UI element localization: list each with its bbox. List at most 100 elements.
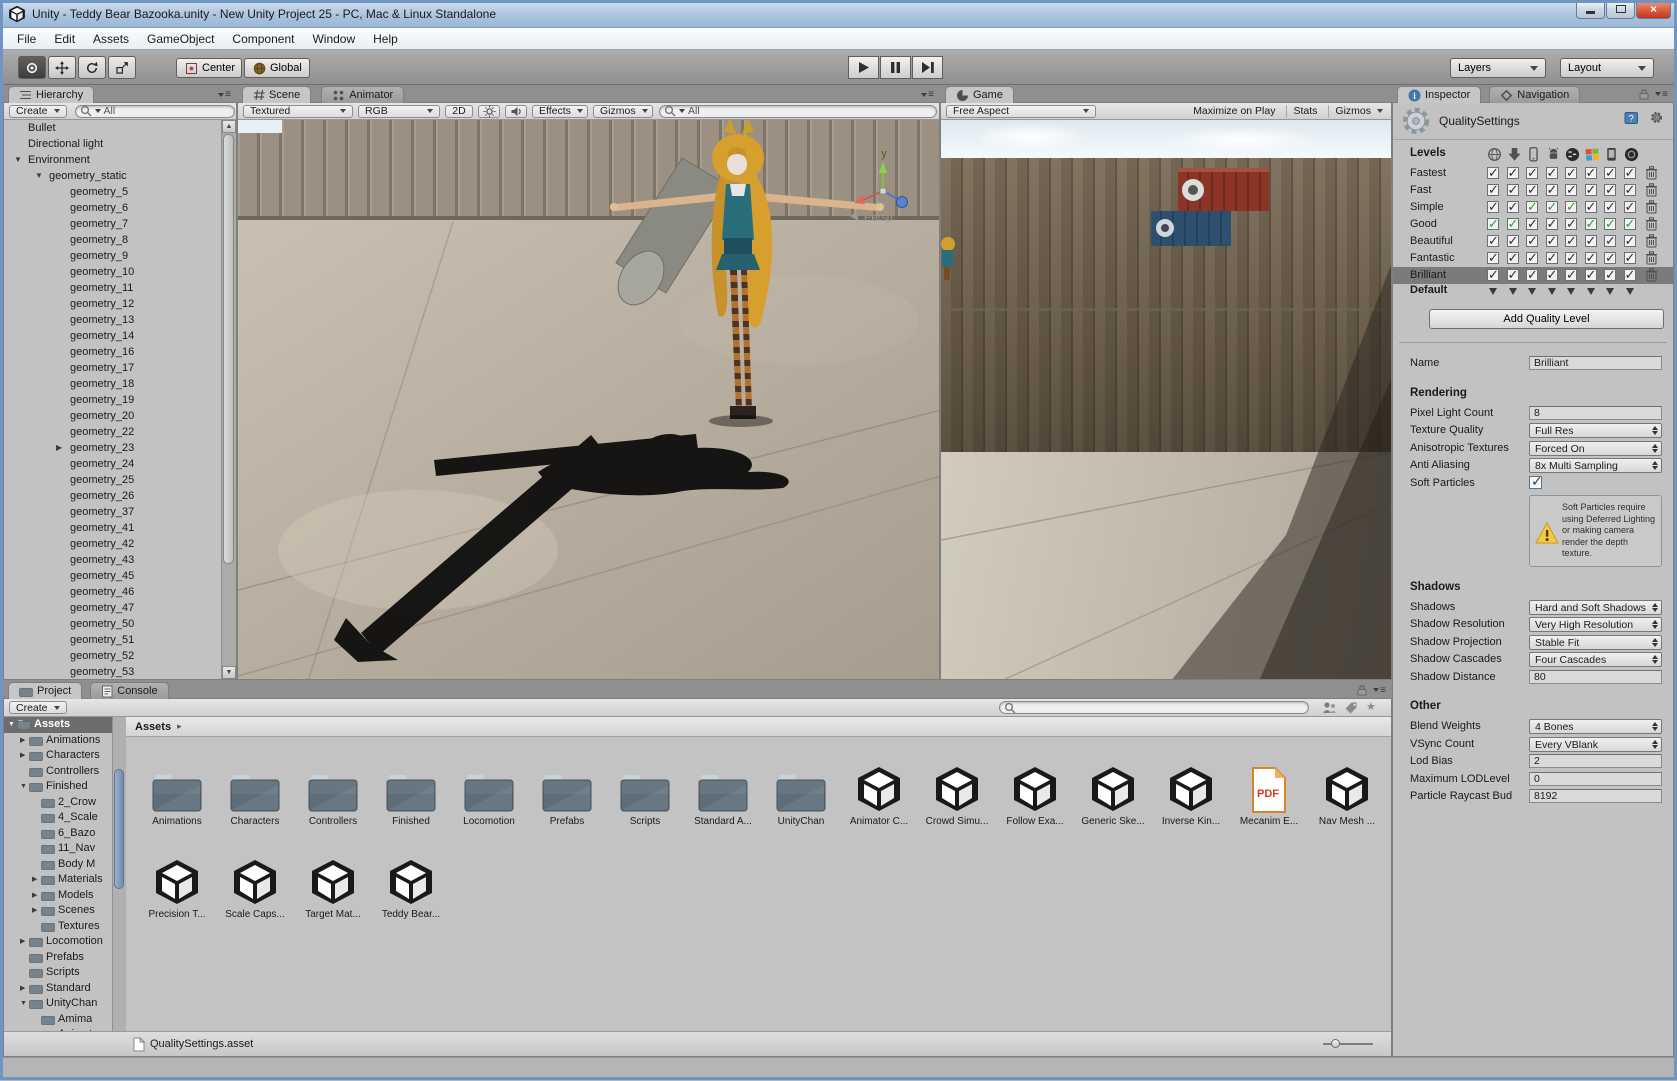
- asset-item[interactable]: Characters: [216, 757, 294, 827]
- quality-checkbox[interactable]: ✓: [1507, 235, 1519, 247]
- hierarchy-scrollbar[interactable]: ▲ ▼: [221, 120, 236, 679]
- value-field[interactable]: 8: [1529, 406, 1662, 420]
- quality-checkbox[interactable]: ✓: [1585, 235, 1597, 247]
- scene-search-input[interactable]: All: [659, 105, 937, 118]
- expand-down-icon[interactable]: ▼: [20, 779, 29, 795]
- hierarchy-item[interactable]: geometry_12: [4, 296, 222, 312]
- quality-checkbox[interactable]: ✓: [1487, 201, 1499, 213]
- tab-animator[interactable]: Animator: [321, 86, 404, 103]
- asset-item[interactable]: Animator C...: [840, 757, 918, 827]
- quality-checkbox[interactable]: ✓: [1507, 167, 1519, 179]
- expand-right-icon[interactable]: ▶: [32, 888, 41, 904]
- delete-level-icon[interactable]: [1645, 268, 1658, 282]
- asset-item[interactable]: Scale Caps...: [216, 850, 294, 920]
- quality-checkbox[interactable]: ✓: [1546, 269, 1558, 281]
- value-field[interactable]: 8192: [1529, 789, 1662, 803]
- quality-checkbox[interactable]: ✓: [1487, 218, 1499, 230]
- default-quality-dropdown[interactable]: [1606, 288, 1614, 295]
- quality-checkbox[interactable]: ✓: [1585, 269, 1597, 281]
- project-tree-item[interactable]: ▼Finished: [4, 779, 112, 795]
- quality-checkbox[interactable]: ✓: [1624, 218, 1636, 230]
- breadcrumb[interactable]: Assets ▸: [126, 717, 1391, 737]
- hierarchy-item[interactable]: geometry_25: [4, 472, 222, 488]
- tab-game[interactable]: Game: [945, 86, 1014, 103]
- quality-checkbox[interactable]: ✓: [1604, 269, 1616, 281]
- toggle-2d-button[interactable]: 2D: [445, 105, 473, 118]
- scale-tool-button[interactable]: [108, 56, 136, 79]
- quality-checkbox[interactable]: ✓: [1507, 201, 1519, 213]
- project-tree-item[interactable]: 2_Crow: [4, 795, 112, 811]
- quality-checkbox[interactable]: ✓: [1565, 252, 1577, 264]
- quality-checkbox[interactable]: ✓: [1487, 184, 1499, 196]
- delete-level-icon[interactable]: [1645, 183, 1658, 197]
- hierarchy-panel-menu[interactable]: ≡: [218, 89, 231, 100]
- hierarchy-item[interactable]: geometry_46: [4, 584, 222, 600]
- quality-checkbox[interactable]: ✓: [1565, 201, 1577, 213]
- hierarchy-item[interactable]: geometry_9: [4, 248, 222, 264]
- quality-checkbox[interactable]: ✓: [1487, 269, 1499, 281]
- search-by-type-icon[interactable]: [1322, 701, 1337, 714]
- soft-particles-checkbox[interactable]: ✓: [1529, 476, 1542, 489]
- pivot-center-button[interactable]: Center: [176, 58, 242, 78]
- value-dropdown[interactable]: Forced On: [1529, 441, 1662, 456]
- default-quality-dropdown[interactable]: [1626, 288, 1634, 295]
- expand-right-icon[interactable]: ▶: [56, 440, 62, 456]
- scene-gizmos-dropdown[interactable]: Gizmos: [593, 105, 653, 118]
- hierarchy-item[interactable]: geometry_53: [4, 664, 222, 679]
- lock-icon[interactable]: [1356, 684, 1368, 696]
- hierarchy-item[interactable]: Directional light: [4, 136, 222, 152]
- settings-gear-icon[interactable]: [1650, 111, 1663, 124]
- tab-navigation[interactable]: Navigation: [1489, 86, 1580, 103]
- value-dropdown[interactable]: 8x Multi Sampling: [1529, 458, 1662, 473]
- quality-checkbox[interactable]: ✓: [1585, 167, 1597, 179]
- quality-checkbox[interactable]: ✓: [1565, 167, 1577, 179]
- project-tree-scrollbar[interactable]: [112, 717, 127, 1032]
- hierarchy-item[interactable]: geometry_14: [4, 328, 222, 344]
- hierarchy-item[interactable]: geometry_41: [4, 520, 222, 536]
- quality-checkbox[interactable]: ✓: [1585, 184, 1597, 196]
- delete-level-icon[interactable]: [1645, 200, 1658, 214]
- scene-panel-menu[interactable]: ≡: [921, 89, 934, 100]
- value-field[interactable]: 2: [1529, 754, 1662, 768]
- project-panel-menu[interactable]: ≡: [1356, 684, 1386, 696]
- hierarchy-item[interactable]: geometry_10: [4, 264, 222, 280]
- quality-checkbox[interactable]: ✓: [1487, 252, 1499, 264]
- asset-item[interactable]: PDFMecanim E...: [1230, 757, 1308, 827]
- hierarchy-item[interactable]: ▼Environment: [4, 152, 222, 168]
- scroll-up-icon[interactable]: ▲: [222, 120, 236, 133]
- value-field[interactable]: 80: [1529, 670, 1662, 684]
- game-gizmos-dropdown[interactable]: Gizmos: [1328, 105, 1389, 118]
- quality-checkbox[interactable]: ✓: [1604, 184, 1616, 196]
- quality-checkbox[interactable]: ✓: [1624, 235, 1636, 247]
- quality-checkbox[interactable]: ✓: [1507, 252, 1519, 264]
- value-dropdown[interactable]: Stable Fit: [1529, 635, 1662, 650]
- menu-item-gameobject[interactable]: GameObject: [138, 30, 223, 48]
- asset-item[interactable]: Inverse Kin...: [1152, 757, 1230, 827]
- quality-level-row[interactable]: Simple✓✓✓✓✓✓✓✓: [1393, 199, 1673, 216]
- asset-item[interactable]: Target Mat...: [294, 850, 372, 920]
- project-tree-item[interactable]: Amima: [4, 1012, 112, 1028]
- tab-project[interactable]: Project: [8, 682, 82, 699]
- asset-item[interactable]: Precision T...: [138, 850, 216, 920]
- add-quality-level-button[interactable]: Add Quality Level: [1429, 309, 1664, 329]
- quality-checkbox[interactable]: ✓: [1526, 235, 1538, 247]
- value-dropdown[interactable]: Four Cascades: [1529, 652, 1662, 667]
- project-tree-item[interactable]: ▼UnityChan: [4, 996, 112, 1012]
- project-tree-item[interactable]: ▶Scenes: [4, 903, 112, 919]
- quality-level-row[interactable]: Brilliant✓✓✓✓✓✓✓✓: [1393, 267, 1673, 284]
- scrollbar-thumb[interactable]: [114, 769, 124, 889]
- hierarchy-item[interactable]: geometry_51: [4, 632, 222, 648]
- quality-checkbox[interactable]: ✓: [1546, 184, 1558, 196]
- quality-checkbox[interactable]: ✓: [1546, 201, 1558, 213]
- game-viewport[interactable]: [941, 120, 1391, 679]
- play-button[interactable]: [848, 56, 879, 79]
- quality-checkbox[interactable]: ✓: [1546, 235, 1558, 247]
- quality-checkbox[interactable]: ✓: [1624, 201, 1636, 213]
- hierarchy-item[interactable]: geometry_24: [4, 456, 222, 472]
- hierarchy-item[interactable]: geometry_43: [4, 552, 222, 568]
- expand-right-icon[interactable]: ▶: [20, 981, 29, 997]
- expand-right-icon[interactable]: ▶: [32, 872, 41, 888]
- quality-checkbox[interactable]: ✓: [1604, 252, 1616, 264]
- project-tree-item[interactable]: Scripts: [4, 965, 112, 981]
- expand-down-icon[interactable]: ▼: [8, 717, 17, 733]
